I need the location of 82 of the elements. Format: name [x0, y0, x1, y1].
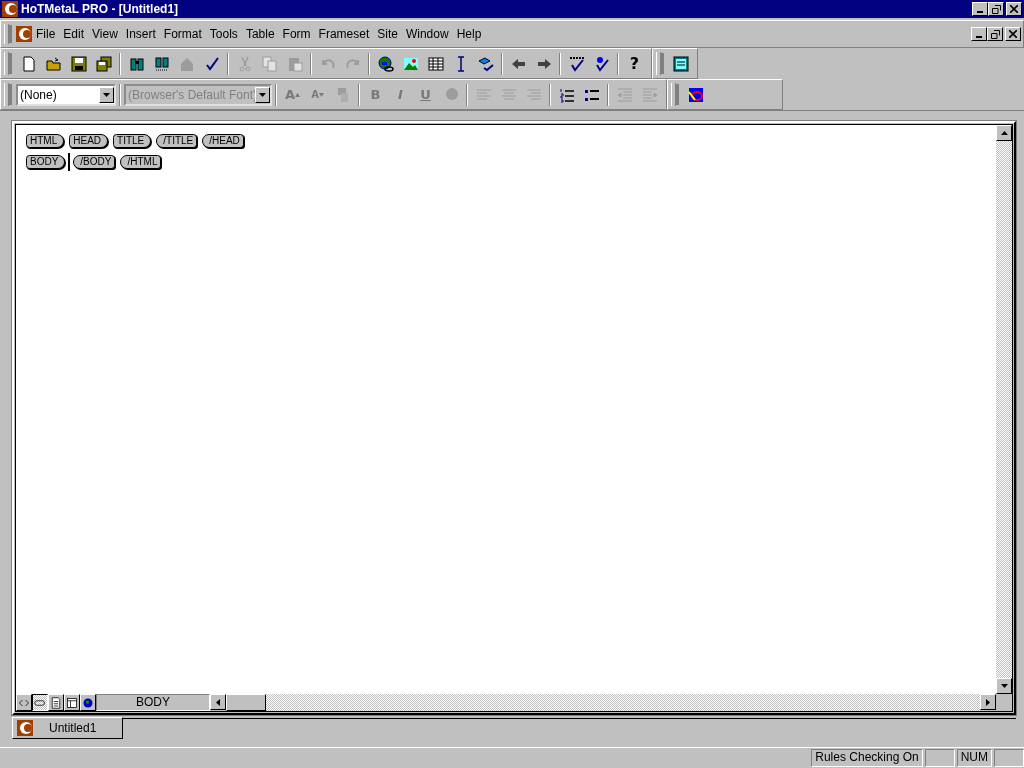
menu-item[interactable]: Table — [241, 27, 279, 41]
help-button[interactable]: ? — [622, 52, 647, 75]
menu-item[interactable]: Window — [401, 27, 453, 41]
view-tab[interactable] — [32, 694, 48, 711]
dot-checkmark-icon — [593, 55, 610, 72]
left-arrow-icon — [216, 698, 220, 706]
validate-check-icon — [568, 55, 585, 72]
highlighter-icon — [477, 55, 494, 72]
up-arrow-icon — [295, 92, 301, 97]
checkmark-icon — [203, 55, 220, 72]
special-character-icon — [687, 86, 704, 103]
closing-tag[interactable]: /HEAD — [202, 134, 244, 148]
close-icon — [1009, 30, 1017, 38]
binoculars-icon — [153, 55, 170, 72]
status-panel: Rules Checking On — [811, 749, 923, 767]
style-dropdown[interactable]: (None) — [16, 83, 116, 106]
minimize-button[interactable] — [972, 2, 988, 16]
globe-link-icon — [377, 55, 394, 72]
closing-tag[interactable]: /HTML — [120, 155, 162, 169]
dropdown-arrow-icon — [102, 92, 111, 97]
closing-tag[interactable]: /TITLE — [156, 134, 198, 148]
element-path: BODY — [96, 694, 210, 711]
restore-icon — [990, 29, 1000, 39]
toolbar-grip-handle[interactable] — [656, 51, 661, 76]
opening-tag[interactable]: HEAD — [69, 134, 109, 148]
toolbar-grip-handle[interactable] — [4, 23, 9, 45]
menu-item[interactable]: File — [32, 27, 60, 41]
document-icon — [50, 696, 62, 709]
dropdown-arrow-icon — [258, 92, 267, 97]
menu-item[interactable]: Form — [278, 27, 315, 41]
pages-icon — [261, 55, 278, 72]
stacked-disks-icon — [95, 55, 112, 72]
clipboard-icon — [286, 55, 303, 72]
document-logo-icon — [16, 26, 32, 42]
close-icon — [1010, 5, 1018, 13]
document-logo-icon — [17, 720, 33, 736]
restore-button[interactable] — [988, 2, 1004, 16]
opening-tag[interactable]: HTML — [26, 134, 65, 148]
indent-icon — [641, 86, 658, 103]
blank-page-icon — [20, 55, 37, 72]
right-arrow-icon — [986, 698, 990, 706]
down-arrow-icon — [318, 92, 324, 97]
landscape-icon — [402, 55, 419, 72]
status-panel — [994, 749, 1024, 767]
opening-tag[interactable]: TITLE — [113, 134, 152, 148]
closing-tag[interactable]: /BODY — [73, 155, 116, 169]
numbered-list-icon — [558, 86, 575, 103]
opening-tag[interactable]: BODY — [26, 155, 66, 169]
restore-button[interactable] — [987, 27, 1003, 41]
window-title: HoTMetaL PRO - [Untitled1] — [21, 2, 179, 16]
down-arrow-icon — [1000, 684, 1008, 688]
menu-item[interactable]: Insert — [121, 27, 160, 41]
menu-item[interactable]: View — [88, 27, 122, 41]
vertical-scrollbar[interactable] — [996, 125, 1012, 694]
folder-icon — [45, 55, 62, 72]
menu-item[interactable]: Format — [159, 27, 206, 41]
menu-item[interactable]: Site — [373, 27, 402, 41]
up-arrow-icon — [1000, 131, 1008, 135]
status-panel: NUM — [956, 749, 992, 767]
menu-item[interactable]: Edit — [59, 27, 89, 41]
binoculars-icon — [128, 55, 145, 72]
horizontal-scrollbar[interactable] — [210, 694, 996, 711]
menu-item[interactable]: Frameset — [314, 27, 374, 41]
menu-item[interactable]: Help — [452, 27, 486, 41]
scissors-icon — [236, 55, 253, 72]
close-button[interactable] — [1005, 27, 1021, 41]
document-tab[interactable]: Untitled1 — [12, 717, 124, 739]
globe-icon — [82, 696, 94, 709]
minimize-button[interactable] — [971, 27, 987, 41]
grid-icon — [427, 55, 444, 72]
toolbar-grip-handle[interactable] — [4, 51, 9, 76]
restore-icon — [991, 4, 1001, 14]
app-logo-icon — [2, 1, 18, 17]
toolbar-grip-handle[interactable] — [671, 82, 676, 107]
toolbar-grip-handle[interactable] — [4, 82, 9, 107]
status-panel — [924, 749, 955, 767]
layout-icon — [66, 696, 78, 709]
panel-icon — [672, 55, 689, 72]
close-button[interactable] — [1006, 2, 1022, 16]
outdent-icon — [616, 86, 633, 103]
house-icon — [178, 55, 195, 72]
menu-item[interactable]: Tools — [205, 27, 242, 41]
